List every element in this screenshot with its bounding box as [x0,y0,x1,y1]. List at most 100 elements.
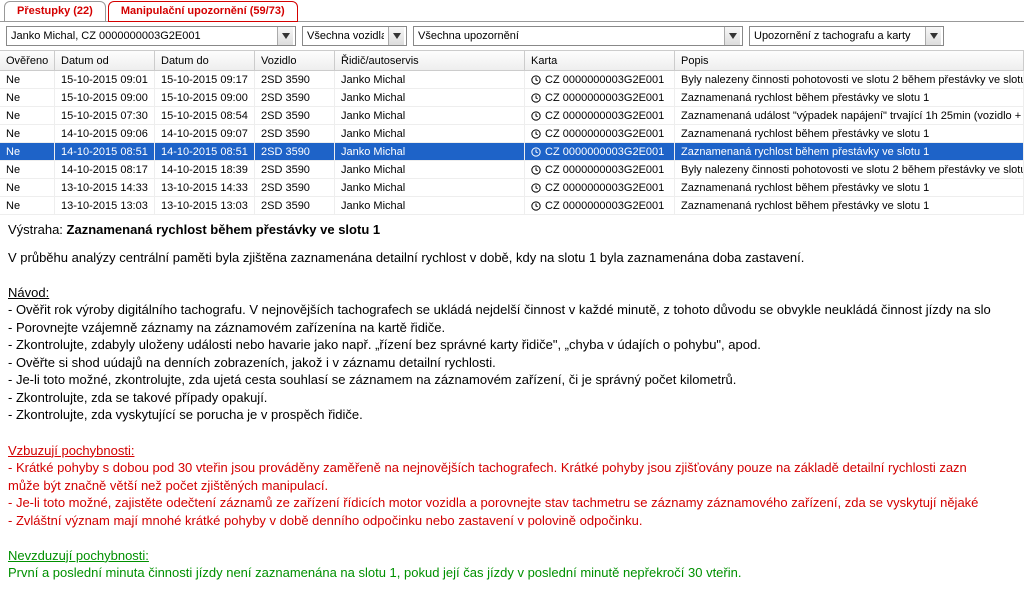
cell-driver: Janko Michal [335,89,525,106]
table-row[interactable]: Ne13-10-2015 14:3313-10-2015 14:332SD 35… [0,179,1024,197]
filter-bar [0,22,1024,50]
cell-desc: Byly nalezeny činnosti pohotovosti ve sl… [675,71,1024,88]
cell-date-from: 14-10-2015 08:51 [55,143,155,160]
table-row[interactable]: Ne13-10-2015 13:0313-10-2015 13:032SD 35… [0,197,1024,215]
cell-driver: Janko Michal [335,107,525,124]
driver-combo[interactable] [6,26,296,46]
cell-vehicle: 2SD 3590 [255,143,335,160]
cell-date-from: 13-10-2015 14:33 [55,179,155,196]
alerts-grid: Ověřeno Datum od Datum do Vozidlo Řidič/… [0,50,1024,215]
guide-line: - Zkontrolujte, zda vyskytující se poruc… [8,406,1016,424]
cell-date-to: 14-10-2015 08:51 [155,143,255,160]
cell-vehicle: 2SD 3590 [255,179,335,196]
vehicles-input[interactable] [303,27,388,45]
alerts-input[interactable] [414,27,724,45]
doubt-heading: Vzbuzují pochybnosti: [8,442,1016,460]
cell-card: CZ 0000000003G2E001 [525,107,675,124]
cell-driver: Janko Michal [335,125,525,142]
cell-verified: Ne [0,71,55,88]
cell-date-to: 15-10-2015 09:17 [155,71,255,88]
guide-line: - Porovnejte vzájemně záznamy na záznamo… [8,319,1016,337]
col-desc[interactable]: Popis [675,51,1024,70]
cell-verified: Ne [0,125,55,142]
cell-verified: Ne [0,89,55,106]
vehicles-combo[interactable] [302,26,407,46]
col-verified[interactable]: Ověřeno [0,51,55,70]
cell-date-from: 15-10-2015 09:00 [55,89,155,106]
chevron-down-icon[interactable] [388,27,404,45]
cell-card: CZ 0000000003G2E001 [525,125,675,142]
cell-driver: Janko Michal [335,71,525,88]
table-row[interactable]: Ne15-10-2015 09:0015-10-2015 09:002SD 35… [0,89,1024,107]
cell-date-to: 14-10-2015 18:39 [155,161,255,178]
cell-desc: Zaznamenaná rychlost během přestávky ve … [675,125,1024,142]
alert-title: Zaznamenaná rychlost během přestávky ve … [67,222,381,237]
cell-driver: Janko Michal [335,143,525,160]
alert-intro: V průběhu analýzy centrální paměti byla … [8,249,1016,267]
cell-date-to: 15-10-2015 08:54 [155,107,255,124]
clock-icon [531,111,541,121]
alert-label: Výstraha: [8,222,67,237]
cell-card: CZ 0000000003G2E001 [525,71,675,88]
cell-card: CZ 0000000003G2E001 [525,161,675,178]
cell-driver: Janko Michal [335,197,525,214]
cell-verified: Ne [0,143,55,160]
cell-card: CZ 0000000003G2E001 [525,143,675,160]
cell-date-from: 14-10-2015 09:06 [55,125,155,142]
cell-verified: Ne [0,197,55,214]
col-date-from[interactable]: Datum od [55,51,155,70]
table-row[interactable]: Ne14-10-2015 09:0614-10-2015 09:072SD 35… [0,125,1024,143]
cell-vehicle: 2SD 3590 [255,107,335,124]
cell-date-from: 14-10-2015 08:17 [55,161,155,178]
table-row[interactable]: Ne14-10-2015 08:1714-10-2015 18:392SD 35… [0,161,1024,179]
guide-line: - Ověřit rok výroby digitálního tachogra… [8,301,1016,319]
nodoubt-line: První a poslední minuta činnosti jízdy n… [8,564,1016,582]
nodoubt-heading: Nevzduzují pochybnosti: [8,547,1016,565]
cell-desc: Zaznamenaná událost "výpadek napájení" t… [675,107,1024,124]
cell-card: CZ 0000000003G2E001 [525,197,675,214]
cell-date-from: 15-10-2015 07:30 [55,107,155,124]
doubt-line: - Zvláštní význam mají mnohé krátké pohy… [8,512,1016,530]
clock-icon [531,183,541,193]
cell-vehicle: 2SD 3590 [255,197,335,214]
alerts-combo[interactable] [413,26,743,46]
tab-violations[interactable]: Přestupky (22) [4,1,106,22]
cell-vehicle: 2SD 3590 [255,161,335,178]
cell-desc: Zaznamenaná rychlost během přestávky ve … [675,179,1024,196]
doubt-line: - Krátké pohyby s dobou pod 30 vteřin js… [8,459,1016,477]
grid-header: Ověřeno Datum od Datum do Vozidlo Řidič/… [0,51,1024,71]
cell-desc: Zaznamenaná rychlost během přestávky ve … [675,89,1024,106]
clock-icon [531,147,541,157]
cell-desc: Zaznamenaná rychlost během přestávky ve … [675,143,1024,160]
clock-icon [531,201,541,211]
clock-icon [531,129,541,139]
table-row[interactable]: Ne15-10-2015 09:0115-10-2015 09:172SD 35… [0,71,1024,89]
alert-heading: Výstraha: Zaznamenaná rychlost během pře… [8,221,1016,239]
guide-line: - Zkontrolujte, zdabyly uloženy události… [8,336,1016,354]
source-input[interactable] [750,27,925,45]
col-driver[interactable]: Řidič/autoservis [335,51,525,70]
tab-bar: Přestupky (22) Manipulační upozornění (5… [0,0,1024,22]
cell-vehicle: 2SD 3590 [255,125,335,142]
col-card[interactable]: Karta [525,51,675,70]
detail-pane: Výstraha: Zaznamenaná rychlost během pře… [0,215,1024,590]
tab-manipulation-alerts[interactable]: Manipulační upozornění (59/73) [108,1,298,22]
table-row[interactable]: Ne14-10-2015 08:5114-10-2015 08:512SD 35… [0,143,1024,161]
cell-date-to: 13-10-2015 14:33 [155,179,255,196]
cell-verified: Ne [0,179,55,196]
cell-verified: Ne [0,161,55,178]
cell-date-to: 15-10-2015 09:00 [155,89,255,106]
col-vehicle[interactable]: Vozidlo [255,51,335,70]
clock-icon [531,165,541,175]
cell-desc: Byly nalezeny činnosti pohotovosti ve sl… [675,161,1024,178]
col-date-to[interactable]: Datum do [155,51,255,70]
source-combo[interactable] [749,26,944,46]
cell-vehicle: 2SD 3590 [255,89,335,106]
guide-line: - Zkontrolujte, zda se takové případy op… [8,389,1016,407]
chevron-down-icon[interactable] [925,27,941,45]
chevron-down-icon[interactable] [724,27,740,45]
chevron-down-icon[interactable] [277,27,293,45]
clock-icon [531,75,541,85]
table-row[interactable]: Ne15-10-2015 07:3015-10-2015 08:542SD 35… [0,107,1024,125]
driver-input[interactable] [7,27,277,45]
